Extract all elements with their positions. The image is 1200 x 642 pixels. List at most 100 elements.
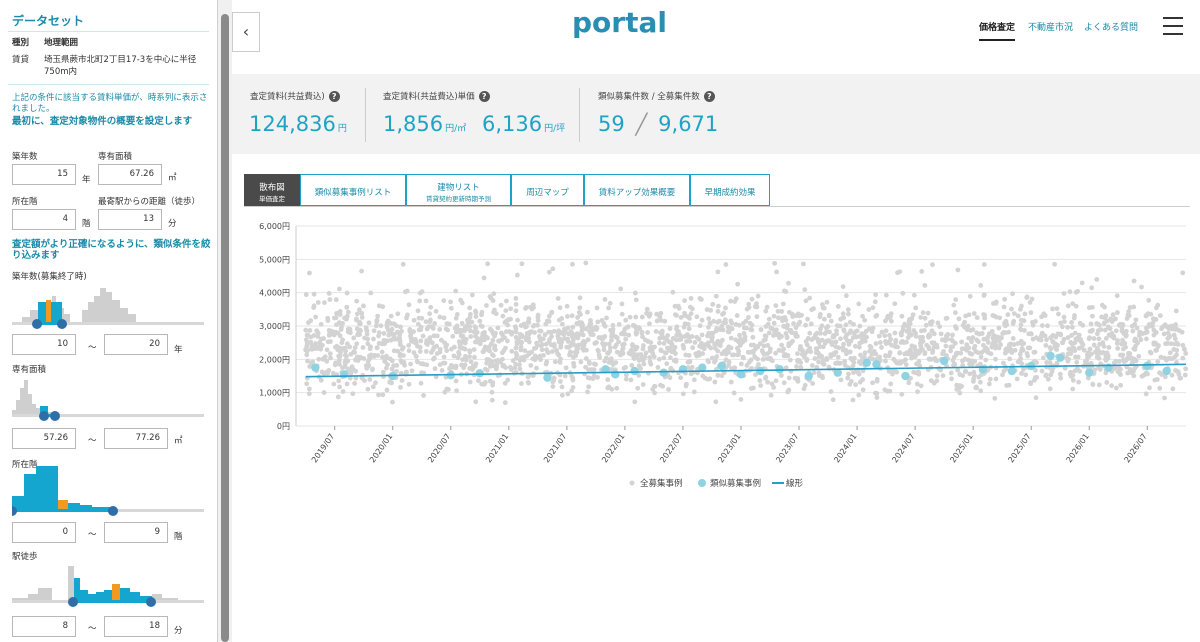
all-point: [1019, 361, 1025, 367]
area-histogram[interactable]: [12, 376, 204, 424]
all-point: [1058, 375, 1064, 381]
filter-area-min-input[interactable]: 57.26: [12, 428, 76, 449]
filter-age-max-input[interactable]: 20: [104, 334, 168, 355]
all-point: [826, 312, 832, 318]
all-point: [467, 305, 473, 311]
all-point: [894, 360, 900, 366]
age-input[interactable]: 15: [12, 164, 76, 185]
all-point: [1060, 340, 1066, 345]
all-point: [468, 334, 474, 339]
all-point: [463, 324, 469, 329]
all-point: [895, 270, 900, 276]
area-input[interactable]: 67.26: [98, 164, 162, 185]
help-icon[interactable]: ?: [703, 91, 715, 102]
range-handle-max: [57, 319, 67, 329]
all-point: [729, 320, 735, 326]
all-point: [930, 262, 935, 268]
all-point: [966, 312, 972, 318]
all-point: [783, 289, 789, 294]
help-icon[interactable]: ?: [478, 91, 490, 102]
all-point: [441, 354, 447, 360]
all-point: [857, 323, 863, 329]
tab-building-list[interactable]: 建物リスト 賃貸契約更新時期予測: [406, 174, 511, 206]
all-point: [459, 300, 465, 306]
filter-age-min-input[interactable]: 10: [12, 334, 76, 355]
age-histogram[interactable]: [12, 284, 204, 332]
all-point: [361, 303, 366, 309]
all-point: [354, 298, 360, 304]
all-point: [775, 315, 781, 321]
filter-floor-max-input[interactable]: 9: [104, 522, 168, 543]
scrollbar-thumb[interactable]: [221, 14, 229, 642]
all-point: [918, 315, 924, 320]
filter-area-max-input[interactable]: 77.26: [104, 428, 168, 449]
all-point: [609, 331, 615, 337]
all-point: [913, 330, 918, 336]
sidebar-scrollbar[interactable]: [218, 0, 232, 642]
all-point: [385, 318, 391, 324]
filter-walk-min-input[interactable]: 8: [12, 616, 76, 637]
all-point: [1074, 359, 1080, 365]
tab-scatter[interactable]: 散布図 単価査定: [244, 174, 300, 206]
all-point: [795, 351, 800, 356]
walk-label: 最寄駅からの距離（徒歩）: [98, 197, 201, 207]
all-point: [1047, 360, 1053, 365]
help-icon[interactable]: ?: [328, 91, 340, 102]
all-point: [352, 345, 358, 351]
all-point: [744, 306, 750, 312]
all-point: [766, 330, 772, 336]
nav-market[interactable]: 不動産市況: [1028, 20, 1073, 33]
all-point: [712, 359, 717, 365]
x-tick-label: 2026/01: [1064, 432, 1090, 464]
all-point: [788, 341, 793, 347]
legend-label: 類似募集事例: [710, 478, 761, 489]
all-point: [565, 314, 570, 319]
all-point: [467, 354, 473, 360]
all-point: [387, 356, 393, 362]
all-point: [583, 326, 589, 332]
all-point: [800, 261, 806, 267]
all-point: [873, 341, 879, 346]
tab-similar-list[interactable]: 類似募集事例リスト: [300, 174, 406, 206]
portal-logo[interactable]: portal: [572, 6, 667, 39]
nav-price-assessment[interactable]: 価格査定: [979, 20, 1016, 41]
all-point: [694, 314, 700, 320]
all-point: [325, 370, 330, 376]
all-point: [996, 345, 1002, 351]
filter-floor-min-input[interactable]: 0: [12, 522, 76, 543]
floor-input[interactable]: 4: [12, 209, 76, 230]
all-point: [836, 345, 842, 351]
all-point: [830, 397, 836, 403]
floor-histogram[interactable]: [12, 466, 204, 518]
tab-area-map[interactable]: 周辺マップ: [511, 174, 584, 206]
walk-histogram[interactable]: [12, 562, 204, 610]
all-point: [536, 334, 542, 339]
all-point: [540, 336, 546, 342]
all-point: [494, 364, 499, 370]
all-point: [379, 354, 385, 360]
hamburger-icon[interactable]: [1163, 17, 1183, 35]
all-point: [382, 359, 388, 364]
all-point: [733, 296, 739, 302]
all-point: [602, 297, 608, 302]
all-point: [996, 325, 1002, 331]
all-point: [565, 325, 571, 331]
filter-walk-max-input[interactable]: 18: [104, 616, 168, 637]
all-point: [1131, 304, 1137, 310]
all-point: [1161, 331, 1167, 337]
all-point: [874, 395, 880, 400]
all-point: [860, 377, 866, 382]
collapse-sidebar-button[interactable]: ‹: [232, 12, 260, 52]
tab-rent-up[interactable]: 賃料アップ効果概要: [584, 174, 690, 206]
walk-input[interactable]: 13: [98, 209, 162, 230]
all-point: [353, 368, 359, 374]
all-point: [1121, 357, 1126, 363]
nav-faq[interactable]: よくある質問: [1084, 20, 1138, 33]
all-point: [903, 357, 908, 363]
scatter-chart[interactable]: 0円 1,000円 2,000円 3,000円 4,000円 5,000円 6,000円 20…: [240, 210, 1190, 500]
all-point: [808, 321, 814, 327]
all-point: [535, 318, 541, 323]
all-point: [801, 354, 807, 359]
tab-early-contract[interactable]: 早期成約効果: [690, 174, 770, 206]
all-point: [1021, 367, 1026, 372]
